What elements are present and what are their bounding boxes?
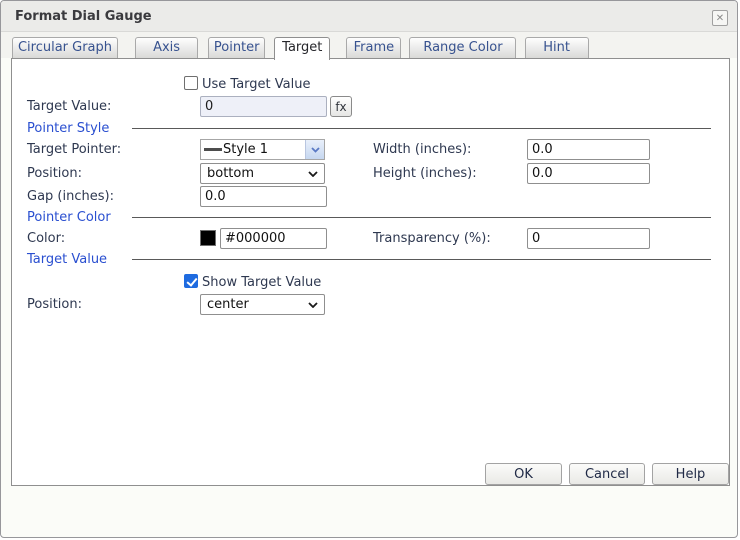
height-label: Height (inches): <box>373 166 477 182</box>
section-divider <box>132 217 711 218</box>
tab-target[interactable]: Target <box>274 37 330 60</box>
row-position: Position: bottom Height (inches): <box>12 163 729 185</box>
tab-circular-graph[interactable]: Circular Graph <box>12 37 118 58</box>
target-pointer-label: Target Pointer: <box>27 142 121 158</box>
ok-button[interactable]: OK <box>485 463 562 485</box>
position-value: bottom <box>207 166 254 181</box>
dialog-titlebar: Format Dial Gauge ✕ <box>1 1 737 32</box>
style-line-icon <box>204 148 222 151</box>
row-target-value: Target Value: fx <box>12 96 729 118</box>
row-use-target-value: Use Target Value <box>12 74 729 96</box>
tab-bar: Circular Graph Axis Pointer Target Frame… <box>12 37 589 60</box>
show-target-value-checkbox[interactable] <box>184 274 198 288</box>
target-position-value: center <box>207 297 249 312</box>
row-target-position: Position: center <box>12 294 729 316</box>
tab-content-target: Use Target Value Target Value: fx Pointe… <box>11 58 730 486</box>
color-label: Color: <box>27 231 65 247</box>
target-position-label: Position: <box>27 297 82 313</box>
format-dial-gauge-dialog: Format Dial Gauge ✕ Circular Graph Axis … <box>0 0 738 538</box>
use-target-value-label: Use Target Value <box>202 77 310 93</box>
section-target-value: Target Value <box>12 252 729 274</box>
tab-pointer[interactable]: Pointer <box>208 37 265 58</box>
width-label: Width (inches): <box>373 142 471 158</box>
target-position-select[interactable]: center <box>200 294 325 315</box>
section-divider <box>132 259 711 260</box>
pointer-color-title: Pointer Color <box>27 210 111 225</box>
target-pointer-combobox[interactable]: Style 1 <box>200 139 325 160</box>
gap-input[interactable] <box>200 186 327 207</box>
gap-label: Gap (inches): <box>27 189 114 205</box>
chevron-down-icon <box>308 171 318 177</box>
target-value-title: Target Value <box>27 252 107 267</box>
tab-frame[interactable]: Frame <box>346 37 401 58</box>
row-gap: Gap (inches): <box>12 186 729 208</box>
close-icon: ✕ <box>716 13 724 24</box>
use-target-value-checkbox[interactable] <box>184 76 198 90</box>
position-select[interactable]: bottom <box>200 163 325 184</box>
transparency-label: Transparency (%): <box>373 231 491 247</box>
show-target-value-label: Show Target Value <box>202 275 321 291</box>
target-pointer-value: Style 1 <box>223 142 268 157</box>
height-input[interactable] <box>527 163 650 184</box>
section-divider <box>132 128 711 129</box>
pointer-style-title: Pointer Style <box>27 121 109 136</box>
target-value-label: Target Value: <box>27 99 111 115</box>
row-target-pointer: Target Pointer: Style 1 Width (inches): <box>12 139 729 161</box>
target-value-input[interactable] <box>200 96 327 117</box>
combobox-dropdown-button[interactable] <box>305 140 324 159</box>
close-button[interactable]: ✕ <box>712 10 728 26</box>
position-label: Position: <box>27 166 82 182</box>
row-color: Color: Transparency (%): <box>12 228 729 250</box>
chevron-down-icon <box>311 147 320 153</box>
tab-range-color[interactable]: Range Color <box>409 37 516 58</box>
width-input[interactable] <box>527 139 650 160</box>
tab-axis[interactable]: Axis <box>135 37 198 58</box>
help-button[interactable]: Help <box>652 463 729 485</box>
dialog-title: Format Dial Gauge <box>15 9 152 24</box>
chevron-down-icon <box>308 302 318 308</box>
tab-hint[interactable]: Hint <box>525 37 589 58</box>
color-hex-input[interactable] <box>220 228 327 249</box>
fx-button[interactable]: fx <box>330 96 352 117</box>
color-swatch[interactable] <box>200 230 216 246</box>
row-show-target-value: Show Target Value <box>12 272 729 294</box>
transparency-input[interactable] <box>527 228 650 249</box>
cancel-button[interactable]: Cancel <box>569 463 645 485</box>
